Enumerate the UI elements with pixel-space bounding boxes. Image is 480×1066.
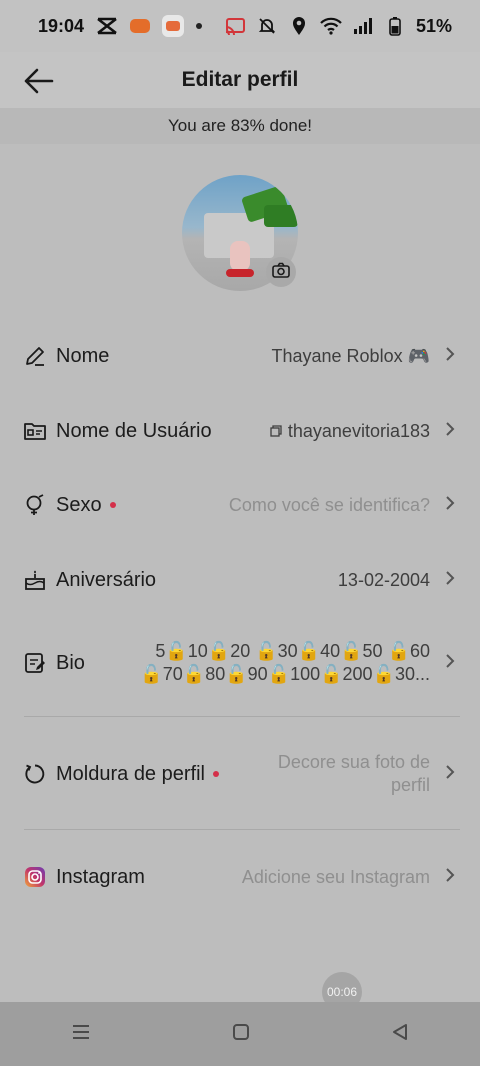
- change-photo-button[interactable]: [266, 257, 296, 287]
- field-row-aniversario[interactable]: Aniversário 13-02-2004: [0, 561, 480, 599]
- field-row-usuario[interactable]: Nome de Usuário thayanevitoria183: [0, 412, 480, 450]
- profile-completion-banner: You are 83% done!: [0, 108, 480, 144]
- system-nav-bar: [0, 1002, 480, 1066]
- id-card-icon: [24, 420, 46, 442]
- pencil-icon: [24, 345, 46, 367]
- field-row-sexo[interactable]: Sexo Como você se identifica?: [0, 486, 480, 524]
- chevron-right-icon: [444, 653, 456, 674]
- field-label: Aniversário: [56, 568, 157, 591]
- wifi-icon: [320, 15, 342, 37]
- location-icon: [288, 15, 310, 37]
- cake-icon: [24, 569, 46, 591]
- field-value: Decore sua foto de perfil: [278, 751, 430, 797]
- header: Editar perfil: [0, 52, 480, 108]
- bio-line-1: 5🔓10🔓20 🔓30🔓40🔓50 🔓60: [155, 641, 430, 661]
- battery-percent: 51%: [415, 15, 452, 36]
- field-label: Bio: [56, 651, 85, 674]
- field-value: Adicione seu Instagram: [241, 866, 430, 887]
- notification-app-icon: [130, 19, 151, 33]
- back-button[interactable]: [22, 64, 56, 98]
- page-title: Editar perfil: [181, 68, 299, 91]
- moldura-line-2: perfil: [390, 775, 430, 795]
- instagram-icon: [24, 866, 46, 888]
- field-value: Thayane Roblox 🎮: [271, 345, 431, 366]
- status-time: 19:04: [38, 15, 85, 36]
- field-row-moldura[interactable]: Moldura de perfil Decore sua foto de per…: [0, 744, 480, 804]
- chevron-right-icon: [444, 346, 456, 367]
- arrow-left-icon: [22, 68, 56, 102]
- field-value: 5🔓10🔓20 🔓30🔓40🔓50 🔓60 🔓70🔓80🔓90🔓100🔓200🔓…: [140, 640, 430, 686]
- frame-refresh-icon: [24, 763, 46, 785]
- battery-icon: [384, 15, 406, 37]
- signal-icon: [352, 15, 374, 37]
- chevron-right-icon: [444, 764, 456, 785]
- status-bar: 19:04 51%: [0, 0, 480, 52]
- chevron-right-icon: [444, 867, 456, 888]
- timer-text: 00:06: [326, 985, 358, 999]
- profile-completion-text: You are 83% done!: [168, 116, 312, 135]
- divider: [24, 716, 460, 717]
- capcut-icon: [96, 15, 118, 37]
- bio-line-2: 🔓70🔓80🔓90🔓100🔓200🔓30...: [140, 664, 430, 684]
- mute-icon: [256, 15, 278, 37]
- chevron-right-icon: [444, 570, 456, 591]
- field-value: 13-02-2004: [337, 569, 430, 590]
- divider: [24, 829, 460, 830]
- field-label: Sexo: [56, 493, 102, 516]
- chevron-right-icon: [444, 495, 456, 516]
- field-row-nome[interactable]: Nome Thayane Roblox 🎮: [0, 337, 480, 375]
- required-dot: [109, 502, 116, 508]
- field-row-bio[interactable]: Bio 5🔓10🔓20 🔓30🔓40🔓50 🔓60 🔓70🔓80🔓90🔓100🔓…: [0, 632, 480, 694]
- field-label: Instagram: [56, 865, 145, 888]
- bio-edit-icon: [24, 652, 46, 674]
- field-value-wrap: thayanevitoria183: [270, 421, 430, 442]
- back-triangle-icon[interactable]: [391, 1023, 409, 1046]
- game-app-icon: [162, 15, 185, 37]
- field-label: Nome de Usuário: [56, 419, 212, 442]
- profile-photo-editor[interactable]: [182, 175, 298, 291]
- cast-icon: [224, 15, 246, 37]
- chevron-right-icon: [444, 421, 456, 442]
- home-square-icon[interactable]: [232, 1023, 250, 1046]
- field-label: Moldura de perfil: [56, 762, 205, 785]
- copy-icon[interactable]: [270, 421, 282, 442]
- moldura-line-1: Decore sua foto de: [277, 752, 430, 772]
- required-dot: [212, 771, 219, 777]
- menu-icon[interactable]: [71, 1023, 91, 1046]
- field-row-instagram[interactable]: Instagram Adicione seu Instagram: [0, 858, 480, 896]
- field-value: thayanevitoria183: [287, 420, 430, 441]
- dot-icon: [196, 23, 203, 29]
- camera-icon: [272, 262, 290, 283]
- field-value: Como você se identifica?: [228, 494, 430, 515]
- gender-icon: [24, 494, 46, 516]
- field-label: Nome: [56, 344, 110, 367]
